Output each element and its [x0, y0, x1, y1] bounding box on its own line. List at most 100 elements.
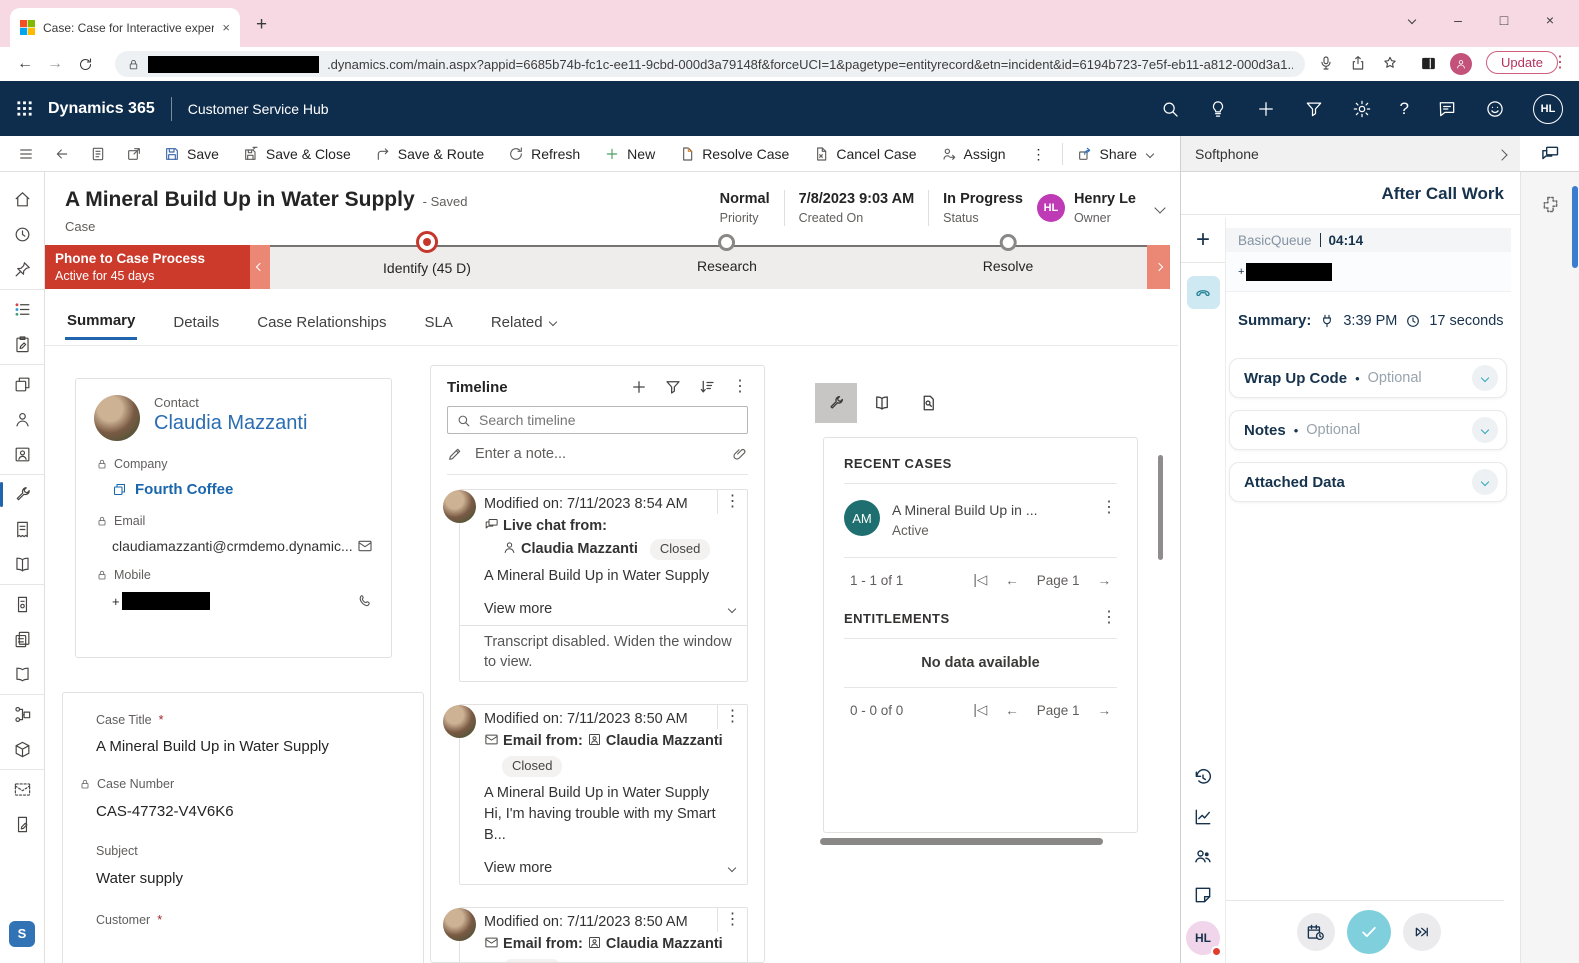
sitemap-item-contacts[interactable] [0, 402, 45, 437]
owner-link[interactable]: Henry Le [1074, 190, 1136, 210]
notes-accordion[interactable]: Notes• Optional [1229, 410, 1507, 450]
window-minimize-button[interactable]: – [1435, 4, 1481, 36]
timeline-search[interactable] [447, 406, 748, 434]
site-map-toggle-icon[interactable] [10, 139, 42, 169]
active-call-session-button[interactable] [1187, 276, 1220, 309]
browser-menu-icon[interactable]: ⋮ [1552, 55, 1568, 71]
sitemap-item-pinned[interactable] [0, 252, 45, 287]
share-button[interactable]: Share [1067, 139, 1163, 169]
sitemap-item-activities[interactable] [0, 327, 45, 362]
sitemap-item-articles[interactable] [0, 622, 45, 657]
customer-summary-icon[interactable] [1187, 839, 1220, 872]
more-commands-icon[interactable]: ⋮ [1020, 139, 1058, 169]
app-name[interactable]: Customer Service Hub [188, 101, 329, 117]
sitemap-item-entitlements[interactable] [0, 697, 45, 732]
softphone-collapse-chevron[interactable] [1498, 146, 1506, 162]
rail-scrollbar-thumb[interactable] [1572, 186, 1578, 268]
area-switcher[interactable]: S [0, 916, 45, 951]
sitemap-item-accounts[interactable] [0, 367, 45, 402]
accordion-chevron[interactable] [1472, 365, 1498, 391]
quick-create-plus-icon[interactable] [1256, 99, 1276, 119]
accordion-chevron[interactable] [1472, 417, 1498, 443]
browser-forward-button[interactable]: → [40, 55, 70, 73]
save-and-route-button[interactable]: Save & Route [365, 139, 494, 169]
search-icon[interactable] [1160, 99, 1180, 119]
tab-details[interactable]: Details [171, 306, 221, 339]
form-selector-icon[interactable] [82, 139, 114, 169]
pager-next-icon[interactable]: → [1098, 573, 1112, 588]
entitlements-more-icon[interactable]: ⋮ [1101, 610, 1117, 626]
attached-data-accordion[interactable]: Attached Data [1229, 462, 1507, 502]
timeline-entry[interactable]: Modified on: 7/11/2023 8:50 AM ⋮ Email f… [459, 907, 748, 963]
entry-subject[interactable]: A Mineral Build Up in Water Supply [484, 783, 737, 804]
schedule-followup-button[interactable] [1297, 913, 1335, 951]
recent-case-more-icon[interactable]: ⋮ [1101, 500, 1117, 516]
entry-from[interactable]: Claudia Mazzanti [606, 936, 723, 952]
bpf-stage-identify[interactable]: Identify (45 D) [383, 245, 471, 276]
timeline-search-input[interactable] [479, 412, 739, 428]
cancel-case-button[interactable]: Cancel Case [803, 139, 926, 169]
phone-icon[interactable] [357, 593, 373, 609]
bpf-stage-research[interactable]: Research [697, 245, 757, 274]
help-icon[interactable]: ? [1400, 99, 1409, 119]
entry-more-icon[interactable]: ⋮ [717, 490, 747, 514]
timeline-filter-icon[interactable] [664, 378, 682, 396]
email-value[interactable]: claudiamazzanti@crmdemo.dynamic... [112, 538, 353, 554]
browser-back-button[interactable]: ← [10, 55, 40, 73]
lightbulb-icon[interactable] [1208, 99, 1228, 119]
tab-summary[interactable]: Summary [65, 304, 137, 340]
entry-from[interactable]: Claudia Mazzanti [521, 541, 638, 557]
owner-field[interactable]: HL Henry Le Owner [1037, 190, 1136, 226]
recent-case-title[interactable]: A Mineral Build Up in ... [892, 500, 1089, 521]
pager-prev-icon[interactable]: ← [1005, 573, 1019, 588]
address-bar[interactable]: .dynamics.com/main.aspx?appid=6685b74b-f… [115, 51, 1305, 77]
open-in-new-icon[interactable] [118, 139, 150, 169]
entry-from[interactable]: Claudia Mazzanti [606, 733, 723, 749]
smiley-icon[interactable] [1485, 99, 1505, 119]
paperclip-icon[interactable] [732, 446, 748, 462]
resolve-case-button[interactable]: Resolve Case [669, 139, 799, 169]
sitemap-item-recent[interactable] [0, 217, 45, 252]
entry-more-icon[interactable]: ⋮ [717, 908, 747, 932]
notes-icon[interactable] [1187, 878, 1220, 911]
horizontal-scrollbar-thumb[interactable] [820, 838, 1103, 845]
filter-icon[interactable] [1304, 99, 1324, 119]
insights-chart-icon[interactable] [1187, 800, 1220, 833]
bookmark-star-icon[interactable] [1382, 55, 1398, 76]
entry-subject[interactable]: A Mineral Build Up in Water Supply [484, 566, 737, 587]
assign-button[interactable]: Assign [931, 139, 1016, 169]
browser-sidebar-icon[interactable] [1420, 55, 1437, 77]
bpf-stage-resolve[interactable]: Resolve [983, 245, 1034, 274]
timeline-entry[interactable]: Modified on: 7/11/2023 8:50 AM ⋮ Email f… [459, 704, 748, 885]
recent-case-row[interactable]: AM A Mineral Build Up in ... Active ⋮ [844, 500, 1117, 541]
sitemap-item-dashboards[interactable] [0, 292, 45, 327]
new-button[interactable]: New [594, 139, 665, 169]
timeline-entry[interactable]: Modified on: 7/11/2023 8:54 AM ⋮ Live ch… [459, 489, 748, 682]
timeline-sort-icon[interactable] [698, 378, 716, 396]
related-tab-knowledge[interactable] [861, 383, 903, 423]
browser-refresh-button[interactable] [70, 57, 100, 72]
mic-icon[interactable] [1318, 55, 1334, 76]
bpf-previous-chevron[interactable] [250, 245, 270, 289]
related-tab-search[interactable] [907, 383, 949, 423]
share-page-icon[interactable] [1350, 55, 1366, 76]
brand-label[interactable]: Dynamics 365 [48, 100, 155, 118]
view-more-toggle[interactable]: View more [460, 854, 747, 884]
sitemap-item-knowledge-search[interactable] [0, 657, 45, 692]
timeline-more-icon[interactable]: ⋮ [732, 379, 748, 395]
waffle-icon[interactable] [0, 100, 48, 117]
new-tab-button[interactable]: + [256, 14, 267, 36]
browser-update-button[interactable]: Update [1486, 51, 1558, 74]
note-composer[interactable]: Enter a note... [447, 446, 748, 462]
pager-first-icon[interactable]: |◁ [973, 702, 987, 718]
settings-gear-icon[interactable] [1352, 99, 1372, 119]
window-menu-chevron[interactable] [1389, 4, 1435, 36]
window-maximize-button[interactable]: □ [1481, 4, 1527, 36]
save-and-close-button[interactable]: Save & Close [233, 139, 361, 169]
pager-prev-icon[interactable]: ← [1005, 703, 1019, 718]
window-close-button[interactable]: × [1527, 4, 1573, 36]
browser-tab[interactable]: Case: Case for Interactive experie × [10, 8, 240, 47]
sitemap-item-social-profiles[interactable] [0, 437, 45, 472]
add-session-button[interactable]: + [1181, 218, 1225, 254]
softphone-header[interactable]: Softphone [1180, 136, 1520, 172]
